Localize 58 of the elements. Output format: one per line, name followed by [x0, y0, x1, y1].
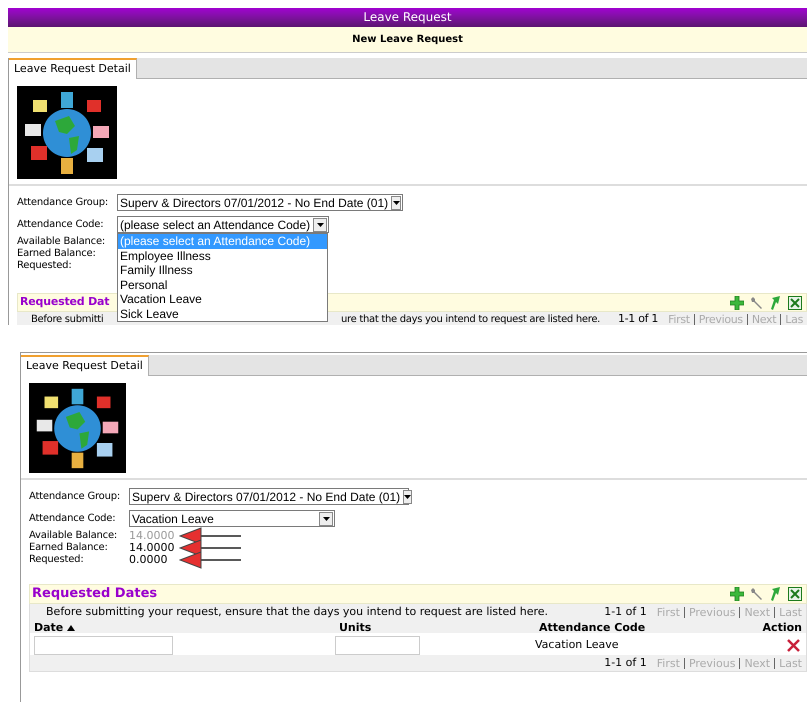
balance-value: 14.0000	[129, 542, 176, 554]
table-cell-text: Vacation Leave	[535, 636, 620, 653]
field-label: Attendance Group:	[17, 196, 110, 210]
tab[interactable]: Leave Request Detail	[9, 58, 137, 79]
page-range: 1-1 of 1	[604, 604, 648, 620]
section-title: Requested Dat	[20, 294, 110, 310]
date-input[interactable]	[34, 636, 173, 654]
balance-label: Requested:	[29, 554, 84, 566]
balance-label: Available Balance:	[17, 236, 106, 248]
dropdown-button[interactable]	[391, 196, 401, 210]
dropdown-option[interactable]: Vacation Leave	[118, 292, 327, 306]
select-field[interactable]: Superv & Directors 07/01/2012 - No End Date (01)	[129, 488, 409, 505]
instruction-text: Before submitti	[31, 312, 104, 325]
dropdown-button[interactable]	[313, 218, 327, 232]
column-header[interactable]: Date	[34, 620, 64, 636]
arrow-icon[interactable]	[770, 296, 782, 310]
column-header[interactable]: Units	[339, 620, 372, 636]
field-label: Attendance Group:	[29, 490, 122, 504]
balance-label: Earned Balance:	[17, 248, 97, 260]
section-title: Requested Dates	[32, 585, 158, 604]
caret-icon	[404, 494, 412, 498]
wrench-icon[interactable]	[750, 587, 764, 601]
tab[interactable]: Leave Request Detail	[21, 355, 149, 376]
plus-icon[interactable]	[730, 587, 744, 601]
page-range: 1-1 of 1	[604, 654, 648, 671]
balance-value: 14.0000	[129, 530, 176, 542]
page-header: New Leave Request	[8, 27, 807, 53]
spreadsheet-icon[interactable]	[788, 587, 802, 601]
dropdown-button[interactable]	[403, 490, 412, 504]
select-field[interactable]: Superv & Directors 07/01/2012 - No End Date (01)	[117, 194, 403, 211]
field-label: Attendance Code:	[29, 512, 116, 526]
dropdown-button[interactable]	[319, 512, 333, 526]
select-field[interactable]: (please select an Attendance Code)	[117, 216, 329, 233]
arrow-icon[interactable]	[770, 587, 782, 601]
title-bar: Leave Request	[8, 8, 807, 27]
column-header[interactable]: Attendance Code	[539, 620, 646, 636]
select-field[interactable]: Vacation Leave	[129, 510, 335, 527]
balance-label: Requested:	[17, 260, 72, 272]
caret-icon	[322, 516, 330, 520]
field-label: Attendance Code:	[17, 218, 104, 232]
instruction-text: Before submitting your request, ensure that the days you intend to request are listed here.	[45, 604, 548, 620]
delete-icon[interactable]	[787, 638, 800, 652]
caret-icon	[316, 222, 324, 226]
caret-icon	[392, 200, 400, 204]
wrench-icon[interactable]	[750, 296, 764, 310]
units-input[interactable]	[335, 636, 420, 654]
instruction-text: ure that the days you intend to request are listed here.	[341, 312, 600, 325]
balance-label: Earned Balance:	[29, 542, 109, 554]
spreadsheet-icon[interactable]	[788, 296, 802, 310]
dropdown-option[interactable]: Employee Illness	[118, 248, 327, 263]
column-header[interactable]: Action	[762, 620, 802, 636]
page-range: 1-1 of 1	[618, 310, 660, 325]
dropdown-option[interactable]: Personal	[118, 278, 327, 292]
balance-label: Available Balance:	[29, 530, 118, 542]
balance-value: 0.0000	[129, 554, 168, 566]
plus-icon[interactable]	[730, 296, 744, 310]
dropdown-option[interactable]: Family Illness	[118, 263, 327, 278]
dropdown-option[interactable]: Sick Leave	[118, 306, 327, 321]
